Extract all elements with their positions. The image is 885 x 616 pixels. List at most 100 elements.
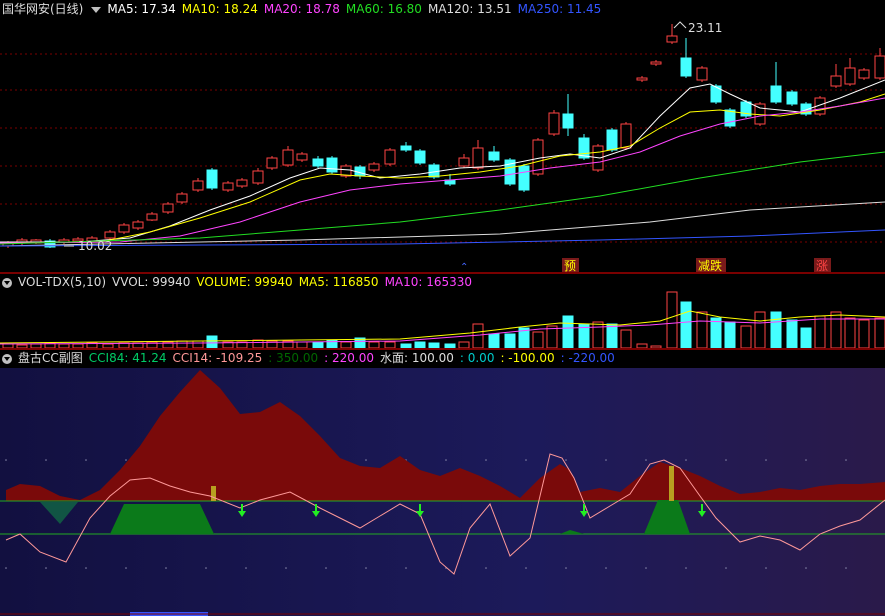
- cci-indicator-6: : 0.00: [459, 351, 495, 365]
- volume-bar: [192, 340, 204, 349]
- grid-dot: [805, 459, 807, 461]
- candle: [326, 157, 338, 173]
- grid-dot: [485, 459, 487, 461]
- grid-dot: [245, 567, 247, 569]
- grid-dot: [765, 459, 767, 461]
- panel-menu-icon[interactable]: [2, 353, 12, 364]
- grid-dot: [765, 567, 767, 569]
- price-indicator-2: MA20: 18.78: [263, 2, 340, 16]
- cci-indicator-0: 盘古CC副图: [18, 351, 83, 365]
- grid-dot: [805, 567, 807, 569]
- low-price-label: 10.02: [78, 239, 112, 253]
- signal-arrow-icon: ⌃: [460, 262, 468, 272]
- volume-bar: [592, 321, 604, 349]
- volume-bar: [874, 317, 885, 349]
- candle: [132, 221, 144, 229]
- candle: [400, 145, 412, 151]
- candle: [222, 182, 234, 191]
- green-area: [110, 504, 214, 534]
- price-indicator-4: MA120: 13.51: [427, 2, 512, 16]
- volume-bar: [800, 327, 812, 349]
- ma60-line: [0, 151, 885, 245]
- candle: [282, 149, 294, 166]
- volume-chart[interactable]: [0, 291, 885, 349]
- cci-header: 盘古CC副图 CCI84: 41.24 CCI14: -109.25: 350.00…: [0, 349, 627, 367]
- volume-indicator-3: MA5: 116850: [298, 275, 379, 289]
- volume-bar: [176, 340, 188, 349]
- panel-menu-icon[interactable]: [2, 277, 12, 288]
- grid-dot: [45, 567, 47, 569]
- gold-signal-bar: [211, 486, 216, 501]
- grid-dot: [405, 567, 407, 569]
- candle: [636, 77, 648, 81]
- candle: [830, 75, 842, 87]
- candle: [620, 123, 632, 149]
- volume-bar: [546, 325, 558, 349]
- grid-dot: [725, 567, 727, 569]
- volume-indicator-4: MA10: 165330: [384, 275, 473, 289]
- cci-indicator-3: : 350.00: [268, 351, 319, 365]
- cci-chart[interactable]: [0, 368, 885, 616]
- cci-indicator-8: : -220.00: [560, 351, 615, 365]
- volume-bar: [754, 311, 766, 349]
- volume-bar: [724, 321, 736, 349]
- candle: [458, 157, 470, 167]
- price-indicator-1: MA10: 18.24: [181, 2, 258, 16]
- grid-dot: [565, 459, 567, 461]
- volume-bar: [666, 291, 678, 349]
- volume-bar: [472, 323, 484, 349]
- candle: [650, 61, 662, 65]
- dropdown-icon[interactable]: [91, 6, 102, 13]
- candle: [104, 231, 116, 239]
- grid-dot: [285, 567, 287, 569]
- price-indicator-5: MA250: 11.45: [517, 2, 602, 16]
- grid-dot: [365, 567, 367, 569]
- volume-bar: [770, 311, 782, 349]
- vol-ma10-line: [0, 318, 885, 345]
- grid-dot: [725, 459, 727, 461]
- volume-bar: [680, 301, 692, 349]
- grid-dot: [325, 567, 327, 569]
- candle: [786, 91, 798, 105]
- signal-label: 涨: [816, 258, 828, 272]
- grid-dot: [845, 567, 847, 569]
- volume-bar: [252, 339, 264, 349]
- volume-bar: [532, 331, 544, 349]
- candle: [252, 170, 264, 184]
- candle: [724, 109, 736, 127]
- candle: [488, 151, 500, 161]
- grid-dot: [85, 459, 87, 461]
- volume-header: VOL-TDX(5,10) VVOL: 99940 VOLUME: 99940 MA5…: [0, 273, 484, 291]
- cci-indicator-4: : 220.00: [324, 351, 375, 365]
- grid-dot: [845, 459, 847, 461]
- price-indicator-0: MA5: 17.34: [107, 2, 176, 16]
- volume-bar: [740, 325, 752, 349]
- candle: [146, 213, 158, 221]
- candle: [666, 35, 678, 43]
- grid-dot: [605, 567, 607, 569]
- volume-indicator-0: VOL-TDX(5,10): [18, 275, 107, 289]
- volume-bar: [814, 315, 826, 349]
- volume-bar: [488, 333, 500, 349]
- stock-title[interactable]: 国华网安(日线): [2, 2, 83, 16]
- candle: [192, 180, 204, 191]
- grid-dot: [485, 567, 487, 569]
- candle: [296, 153, 308, 161]
- volume-bar: [206, 335, 218, 349]
- grid-dot: [205, 567, 207, 569]
- volume-bar: [844, 317, 856, 349]
- signal-label: 预: [564, 259, 576, 272]
- price-chart[interactable]: 23.11 10.02 ⌃ 预 减跌 涨: [0, 18, 885, 272]
- volume-bar: [786, 319, 798, 349]
- volume-bar: [606, 323, 618, 349]
- candle: [368, 163, 380, 171]
- grid-dot: [125, 567, 127, 569]
- grid-dot: [605, 459, 607, 461]
- candle: [858, 69, 870, 79]
- candle: [518, 165, 530, 191]
- candle: [562, 113, 574, 129]
- gold-signal-bar: [669, 466, 674, 501]
- high-price-label: 23.11: [688, 21, 722, 35]
- candle: [680, 57, 692, 77]
- grid-dot: [45, 459, 47, 461]
